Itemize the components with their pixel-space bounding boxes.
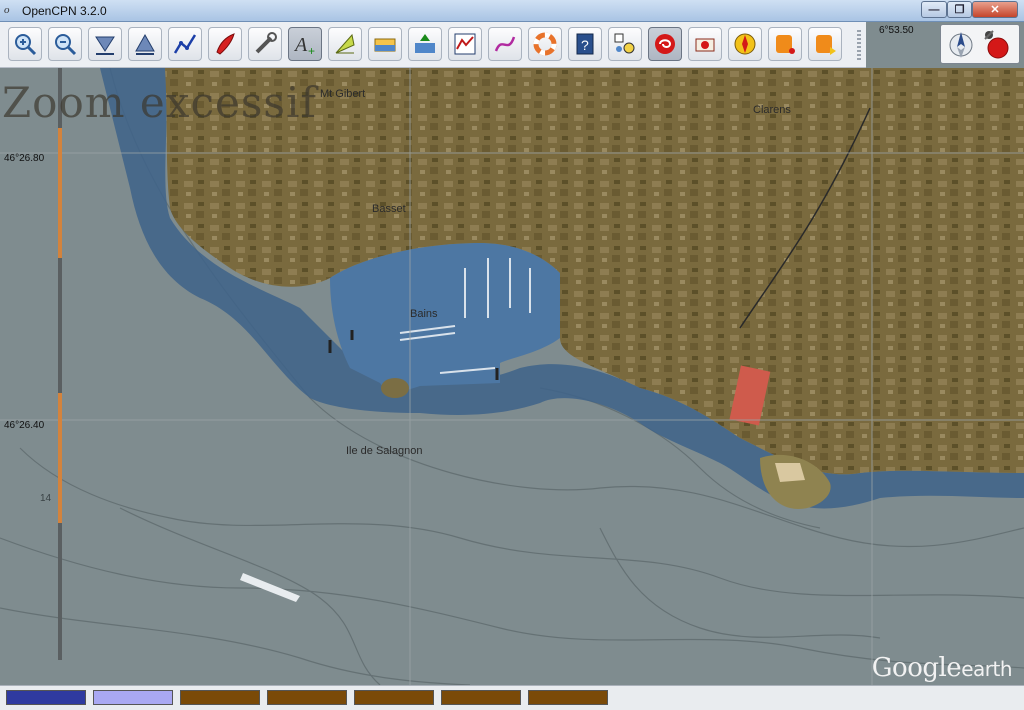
grib-weather-icon (655, 34, 675, 54)
route-manager-icon (454, 33, 476, 55)
track-icon (494, 36, 516, 52)
orange-plugin-1-button[interactable] (768, 27, 802, 61)
latitude-label-1: 46°26.80 (4, 153, 45, 164)
track-button[interactable] (488, 27, 522, 61)
chart-bar-3[interactable] (180, 690, 260, 705)
ais-targets-button[interactable] (608, 27, 642, 61)
current-button[interactable] (408, 27, 442, 61)
north-arrow-icon (949, 30, 1009, 59)
maximize-button[interactable]: ❐ (947, 1, 972, 18)
auto-follow-boat-icon (216, 33, 235, 55)
grib-weather-button[interactable] (648, 27, 682, 61)
svg-text:+: + (308, 44, 315, 57)
place-label-ile-de-salagnon: Ile de Salagnon (346, 445, 423, 457)
chart-bar-1[interactable] (6, 690, 86, 705)
current-icon (415, 34, 435, 53)
close-button[interactable]: ✕ (972, 1, 1018, 18)
chart-bar (0, 685, 1024, 710)
scale-down-button[interactable] (88, 27, 122, 61)
zoom-in-icon (15, 34, 37, 56)
svg-text:?: ? (581, 37, 589, 53)
place-label-basset: Basset (372, 203, 406, 215)
print-icon (695, 38, 715, 52)
chart-bar-2[interactable] (93, 690, 173, 705)
chart-bar-6[interactable] (441, 690, 521, 705)
watermark-google: Google (871, 653, 962, 683)
toolbar-grip[interactable] (857, 30, 861, 60)
chart-canvas[interactable]: Zoom excessif 46°26.80 46°26.40 Mt Giber… (0, 68, 1024, 685)
depth-sounding: 14 (40, 493, 52, 504)
minimize-button[interactable]: — (921, 1, 947, 18)
orange-plugin-2-icon (816, 35, 836, 55)
settings-wrench-icon (255, 32, 277, 54)
watermark-earth: earth (961, 657, 1012, 681)
settings-wrench-button[interactable] (248, 27, 282, 61)
text-add-button[interactable]: A + (288, 27, 322, 61)
print-button[interactable] (688, 27, 722, 61)
close-icon: ✕ (990, 4, 1000, 16)
main-toolbar: A +? (0, 22, 866, 68)
longitude-readout: 6°53.50 (879, 25, 914, 36)
compass-widget[interactable] (940, 24, 1020, 64)
chart-bar-5[interactable] (354, 690, 434, 705)
compass-rose-button[interactable] (728, 27, 762, 61)
zoom-in-button[interactable] (8, 27, 42, 61)
mob-lifebuoy-icon (533, 32, 557, 56)
text-add-icon: A + (293, 34, 315, 57)
svg-text:A: A (293, 34, 308, 56)
route-manager-button[interactable] (448, 27, 482, 61)
chart-raster (0, 68, 1024, 685)
route-icon (173, 34, 197, 54)
latitude-label-2: 46°26.40 (4, 420, 45, 431)
chart-bar-7[interactable] (528, 690, 608, 705)
current-arrows-icon (335, 33, 355, 54)
ais-targets-icon (614, 33, 635, 54)
route-button[interactable] (168, 27, 202, 61)
google-earth-watermark: Googleearth (871, 653, 1013, 683)
compass-rose-icon (734, 33, 756, 55)
mob-lifebuoy-button[interactable] (528, 27, 562, 61)
scale-up-icon (135, 33, 155, 55)
help-book-button[interactable]: ? (568, 27, 602, 61)
place-label-mt-gibert: Mt Gibert (320, 88, 366, 100)
orange-plugin-1-icon (776, 35, 795, 54)
orange-plugin-2-button[interactable] (808, 27, 842, 61)
help-book-icon: ? (576, 33, 594, 55)
title-bar: o OpenCPN 3.2.0 — ❐ ✕ (0, 0, 1024, 22)
zoom-out-button[interactable] (48, 27, 82, 61)
opencpn-app-icon[interactable]: o (4, 3, 18, 17)
place-label-clarens: Clarens (753, 104, 791, 116)
scale-up-button[interactable] (128, 27, 162, 61)
window-title: OpenCPN 3.2.0 (22, 4, 107, 18)
auto-follow-boat-button[interactable] (208, 27, 242, 61)
minimize-icon: — (928, 3, 940, 16)
tide-icon (374, 38, 396, 52)
scale-down-icon (95, 36, 115, 55)
maximize-icon: ❐ (954, 4, 965, 16)
place-label-bains: Bains (410, 308, 438, 320)
current-arrows-button[interactable] (328, 27, 362, 61)
chart-bar-4[interactable] (267, 690, 347, 705)
overzoom-warning: Zoom excessif (2, 78, 317, 127)
zoom-out-icon (55, 34, 77, 56)
tide-button[interactable] (368, 27, 402, 61)
